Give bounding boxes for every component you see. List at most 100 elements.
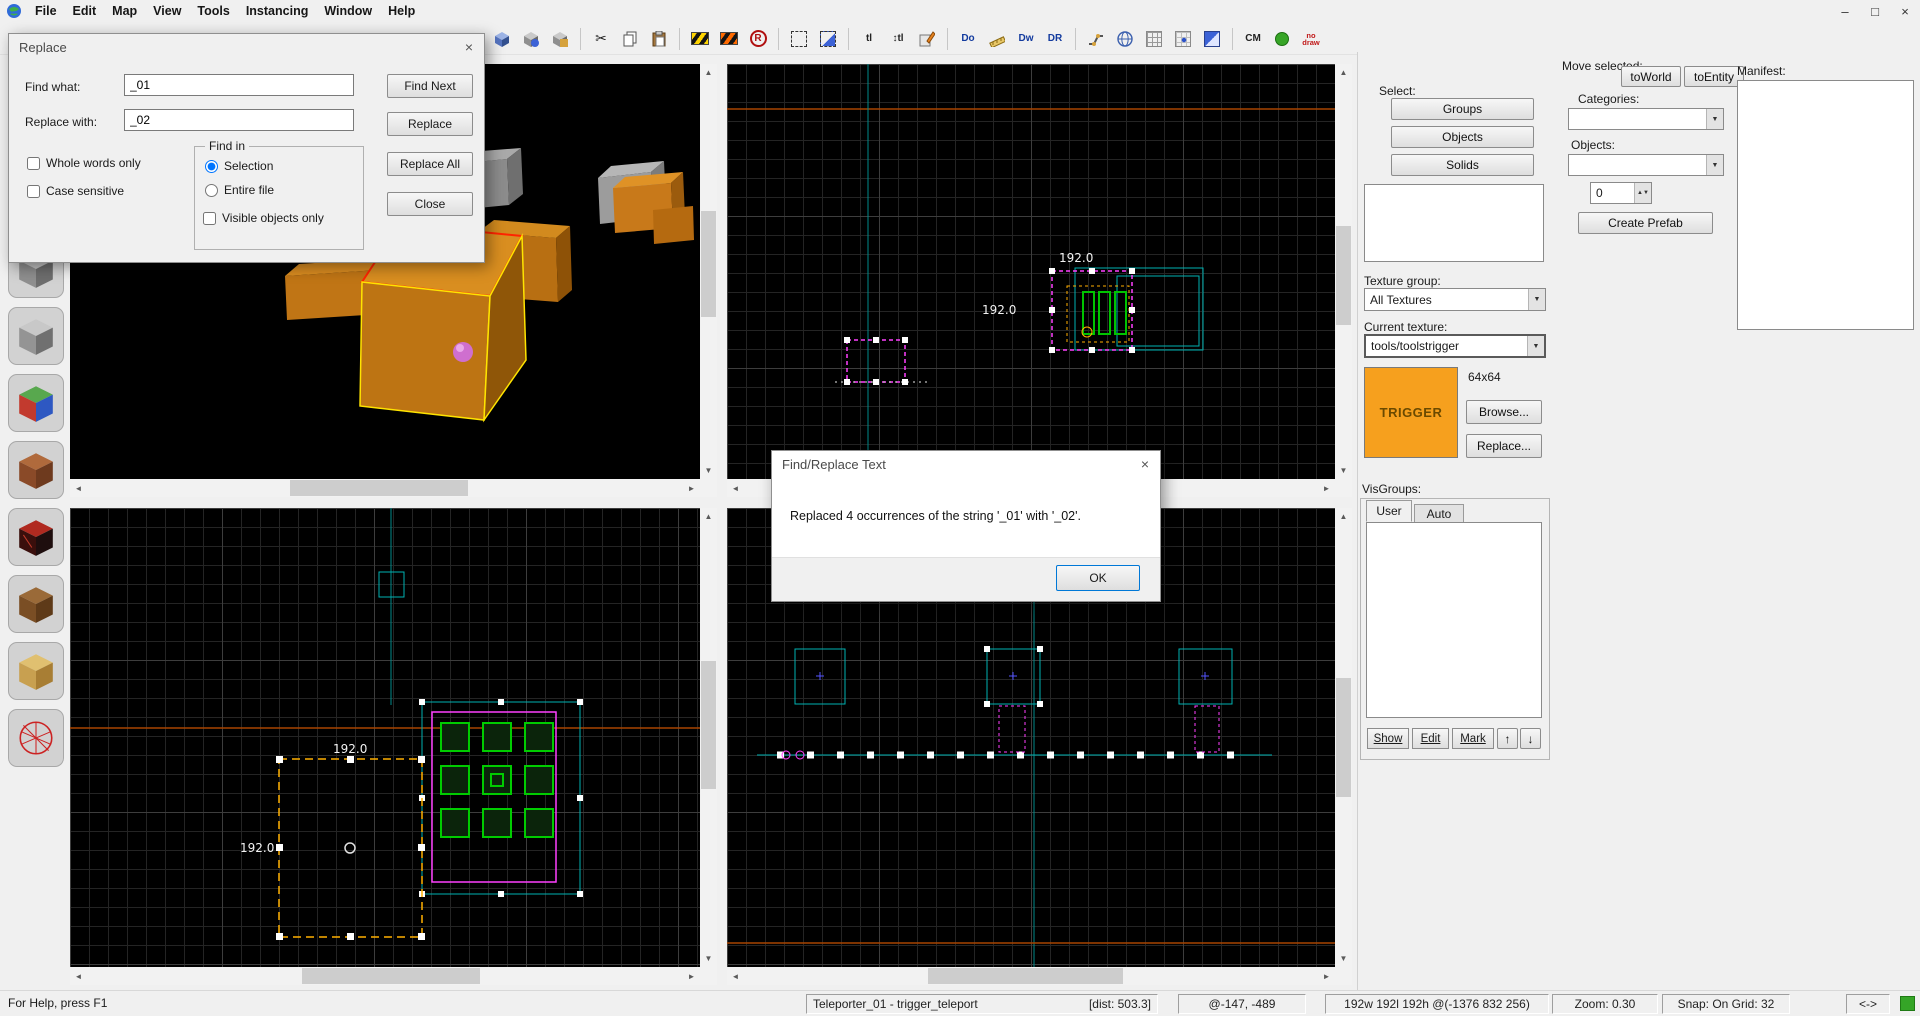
- scroll-track[interactable]: [87, 967, 683, 985]
- wireframe-sphere-icon[interactable]: [8, 709, 64, 767]
- scroll-up-icon[interactable]: ▲: [700, 64, 717, 81]
- visgroup-mark-button[interactable]: Mark: [1452, 728, 1494, 749]
- scroll-left-icon[interactable]: ◄: [727, 967, 744, 985]
- chevron-down-icon[interactable]: ▼: [1528, 289, 1545, 310]
- scroll-down-icon[interactable]: ▼: [700, 462, 717, 479]
- menu-help[interactable]: Help: [380, 2, 423, 20]
- copy-icon[interactable]: [617, 26, 643, 52]
- instancing-edit-icon[interactable]: [518, 26, 544, 52]
- face-edit-icon[interactable]: [914, 26, 940, 52]
- carve-icon[interactable]: [687, 26, 713, 52]
- horizontal-scrollbar[interactable]: ◄ ►: [70, 479, 700, 497]
- close-icon[interactable]: ×: [1134, 454, 1156, 474]
- blue-corner-icon[interactable]: [1199, 26, 1225, 52]
- menu-window[interactable]: Window: [316, 2, 380, 20]
- scroll-track[interactable]: [744, 967, 1318, 985]
- visible-objects-checkbox-input[interactable]: [203, 211, 216, 225]
- make-hollow-icon[interactable]: [716, 26, 742, 52]
- horizontal-scrollbar[interactable]: ◄ ►: [70, 967, 700, 985]
- entity-sphere[interactable]: [453, 342, 473, 362]
- visgroup-up-button[interactable]: ↑: [1497, 728, 1518, 749]
- toggle-nodraw-icon[interactable]: no draw: [1298, 26, 1324, 52]
- menu-tools[interactable]: Tools: [189, 2, 237, 20]
- selection-box[interactable]: [1049, 268, 1135, 353]
- visible-objects-checkbox[interactable]: Visible objects only: [203, 211, 324, 225]
- scroll-thumb[interactable]: [701, 661, 716, 789]
- visgroup-show-button[interactable]: Show: [1367, 728, 1409, 749]
- horizontal-scrollbar[interactable]: ◄ ►: [727, 967, 1335, 985]
- texture-cube-red-black-icon[interactable]: [8, 508, 64, 566]
- scroll-left-icon[interactable]: ◄: [727, 479, 744, 497]
- trigger-box[interactable]: [835, 337, 927, 385]
- visgroup-edit-button[interactable]: Edit: [1412, 728, 1449, 749]
- measure-ruler-icon[interactable]: [984, 26, 1010, 52]
- chevron-down-icon[interactable]: ▼: [1527, 336, 1544, 356]
- create-prefab-button[interactable]: Create Prefab: [1578, 212, 1713, 234]
- scroll-down-icon[interactable]: ▼: [700, 950, 717, 967]
- displacement-walkable-icon[interactable]: Dw: [1013, 26, 1039, 52]
- texture-scale-lock-icon[interactable]: ↕tl: [885, 26, 911, 52]
- menu-file[interactable]: File: [27, 2, 65, 20]
- case-sensitive-checkbox[interactable]: Case sensitive: [27, 184, 124, 198]
- radius-culling-icon[interactable]: [1269, 26, 1295, 52]
- selection-radio[interactable]: Selection: [205, 159, 273, 173]
- replace-button[interactable]: Replace: [387, 112, 473, 136]
- scroll-down-icon[interactable]: ▼: [1335, 950, 1352, 967]
- scroll-thumb[interactable]: [927, 968, 1123, 984]
- scroll-left-icon[interactable]: ◄: [70, 479, 87, 497]
- scroll-track[interactable]: [87, 479, 683, 497]
- instancing-collapse-icon[interactable]: [547, 26, 573, 52]
- spinner-arrows-icon[interactable]: ▲▼: [1634, 183, 1651, 203]
- vertical-scrollbar[interactable]: ▲ ▼: [1335, 508, 1352, 967]
- message-dialog-titlebar[interactable]: Find/Replace Text: [772, 451, 1160, 477]
- run-map-icon[interactable]: R: [745, 26, 771, 52]
- select-solids-button[interactable]: Solids: [1391, 154, 1534, 176]
- scroll-track[interactable]: [700, 81, 717, 462]
- manifest-list[interactable]: [1737, 80, 1914, 330]
- displacement-remove-icon[interactable]: DR: [1042, 26, 1068, 52]
- scroll-right-icon[interactable]: ►: [683, 967, 700, 985]
- vertical-scrollbar[interactable]: ▲ ▼: [700, 508, 717, 967]
- scroll-up-icon[interactable]: ▲: [700, 508, 717, 525]
- selection-radio-input[interactable]: [205, 159, 218, 173]
- browse-button[interactable]: Browse...: [1466, 400, 1542, 424]
- to-entity-button[interactable]: toEntity: [1684, 66, 1744, 87]
- grid-toggle-icon[interactable]: [1141, 26, 1167, 52]
- replace-with-input[interactable]: [124, 109, 354, 131]
- scroll-thumb[interactable]: [1336, 225, 1351, 325]
- grid-snap-icon[interactable]: [1170, 26, 1196, 52]
- scroll-thumb[interactable]: [301, 968, 481, 984]
- scroll-thumb[interactable]: [1336, 678, 1351, 797]
- categories-dropdown[interactable]: ▼: [1568, 108, 1724, 130]
- entity-bounds[interactable]: [781, 646, 1233, 760]
- find-next-button[interactable]: Find Next: [387, 74, 473, 98]
- scroll-right-icon[interactable]: ►: [1318, 479, 1335, 497]
- vertical-scrollbar[interactable]: ▲ ▼: [1335, 64, 1352, 479]
- selection-box[interactable]: [276, 756, 425, 940]
- zoom-marquee-icon[interactable]: [815, 26, 841, 52]
- current-texture-dropdown[interactable]: tools/toolstrigger ▼: [1364, 334, 1546, 358]
- visgroups-list[interactable]: [1366, 522, 1542, 718]
- cut-icon[interactable]: ✂: [588, 26, 614, 52]
- maximize-button[interactable]: □: [1860, 0, 1890, 22]
- instancing-create-icon[interactable]: [489, 26, 515, 52]
- texture-group-dropdown[interactable]: All Textures ▼: [1364, 288, 1546, 311]
- scroll-down-icon[interactable]: ▼: [1335, 462, 1352, 479]
- close-dialog-button[interactable]: Close: [387, 192, 473, 216]
- scroll-right-icon[interactable]: ►: [1318, 967, 1335, 985]
- vertical-scrollbar[interactable]: ▲ ▼: [700, 64, 717, 479]
- texture-cube-multicolor-icon[interactable]: [8, 374, 64, 432]
- texture-cube-brick-icon[interactable]: [8, 441, 64, 499]
- to-world-button[interactable]: toWorld: [1621, 66, 1681, 87]
- selection-marquee-icon[interactable]: [786, 26, 812, 52]
- texture-cube-tan-icon[interactable]: [8, 642, 64, 700]
- entire-file-radio[interactable]: Entire file: [205, 183, 274, 197]
- replace-all-button[interactable]: Replace All: [387, 152, 473, 176]
- replace-dialog-titlebar[interactable]: Replace: [9, 34, 484, 60]
- texture-cube-brown-icon[interactable]: [8, 575, 64, 633]
- scroll-thumb[interactable]: [701, 210, 716, 318]
- close-button[interactable]: ×: [1890, 0, 1920, 22]
- texture-preview[interactable]: TRIGGER: [1364, 367, 1458, 458]
- scroll-track[interactable]: [1335, 81, 1352, 462]
- scroll-track[interactable]: [700, 525, 717, 950]
